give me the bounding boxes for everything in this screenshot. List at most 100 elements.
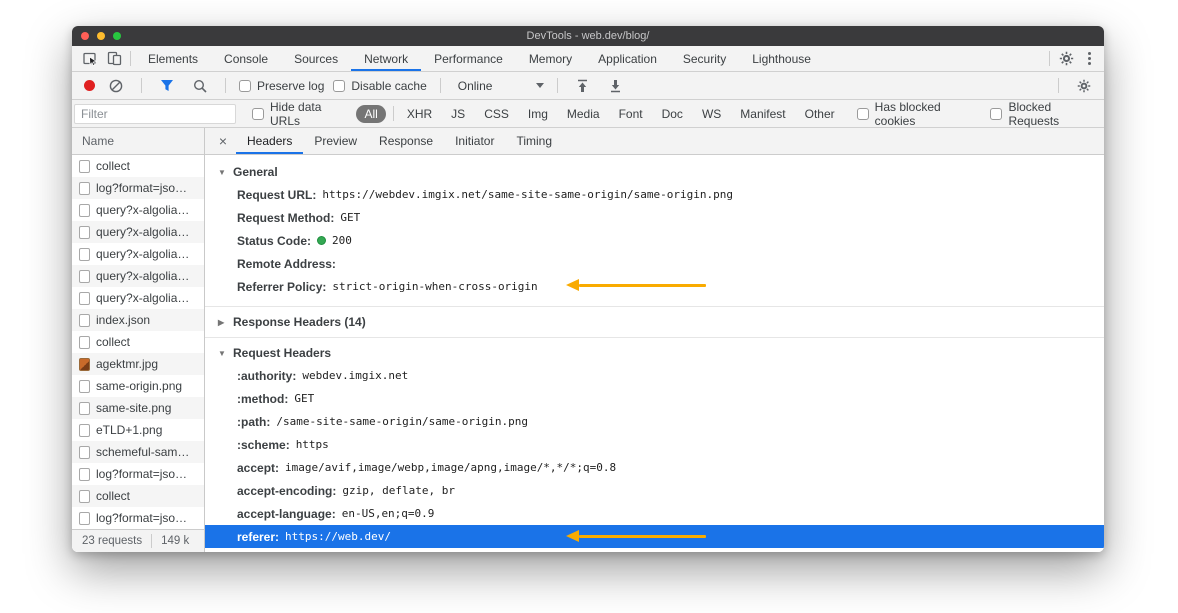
request-row[interactable]: agektmr.jpg bbox=[72, 353, 204, 375]
filter-pill-all[interactable]: All bbox=[356, 105, 385, 123]
request-row[interactable]: collect bbox=[72, 155, 204, 177]
request-row[interactable]: eTLD+1.png bbox=[72, 419, 204, 441]
chevron-down-icon bbox=[536, 83, 544, 88]
page-background: DevTools - web.dev/blog/ Elements Consol… bbox=[0, 0, 1178, 613]
search-icon[interactable] bbox=[188, 79, 212, 93]
filter-input[interactable] bbox=[74, 104, 236, 124]
filter-pill-manifest[interactable]: Manifest bbox=[732, 105, 793, 123]
annotation-arrow-referrer-policy bbox=[579, 284, 706, 287]
requests-sidebar: Name collect log?format=jso… query?x-alg… bbox=[72, 128, 205, 552]
filter-pill-img[interactable]: Img bbox=[520, 105, 556, 123]
file-icon bbox=[79, 468, 90, 481]
close-icon[interactable]: × bbox=[210, 128, 236, 154]
filter-pill-ws[interactable]: WS bbox=[694, 105, 729, 123]
file-icon bbox=[79, 446, 90, 459]
request-row[interactable]: query?x-algolia… bbox=[72, 243, 204, 265]
filter-pill-doc[interactable]: Doc bbox=[654, 105, 691, 123]
request-headers-section: ▼ Request Headers :authority:webdev.imgi… bbox=[205, 337, 1104, 548]
filter-pill-other[interactable]: Other bbox=[797, 105, 843, 123]
request-row[interactable]: query?x-algolia… bbox=[72, 221, 204, 243]
close-window-button[interactable] bbox=[81, 32, 89, 40]
request-row[interactable]: query?x-algolia… bbox=[72, 199, 204, 221]
blocked-requests-label: Blocked Requests bbox=[1008, 100, 1096, 128]
request-row[interactable]: query?x-algolia… bbox=[72, 287, 204, 309]
request-headers-header[interactable]: ▼ Request Headers bbox=[205, 342, 1104, 364]
header-line-request-url: Request URL:https://webdev.imgix.net/sam… bbox=[205, 183, 1104, 206]
divider bbox=[225, 78, 226, 93]
window-title: DevTools - web.dev/blog/ bbox=[527, 30, 650, 42]
network-settings-gear-icon[interactable] bbox=[1072, 79, 1096, 93]
more-options-icon[interactable] bbox=[1078, 46, 1100, 71]
tab-performance[interactable]: Performance bbox=[421, 46, 516, 71]
request-row[interactable]: log?format=jso… bbox=[72, 463, 204, 485]
minimize-window-button[interactable] bbox=[97, 32, 105, 40]
tab-elements[interactable]: Elements bbox=[135, 46, 211, 71]
header-line-method: :method:GET bbox=[205, 387, 1104, 410]
header-line-request-method: Request Method:GET bbox=[205, 206, 1104, 229]
network-summary-bar: 23 requests 149 k bbox=[72, 529, 204, 552]
record-button[interactable] bbox=[84, 80, 95, 91]
triangle-expanded-icon: ▼ bbox=[218, 349, 226, 358]
device-toolbar-icon[interactable] bbox=[102, 46, 126, 71]
tab-memory[interactable]: Memory bbox=[516, 46, 585, 71]
file-icon bbox=[79, 380, 90, 393]
tab-timing[interactable]: Timing bbox=[505, 128, 563, 154]
inspect-element-icon[interactable] bbox=[78, 46, 102, 71]
divider bbox=[557, 78, 558, 93]
tab-security[interactable]: Security bbox=[670, 46, 739, 71]
tab-initiator[interactable]: Initiator bbox=[444, 128, 505, 154]
request-row[interactable]: collect bbox=[72, 485, 204, 507]
has-blocked-cookies-checkbox[interactable]: Has blocked cookies bbox=[857, 100, 975, 128]
settings-gear-icon[interactable] bbox=[1054, 46, 1078, 71]
checkbox-icon bbox=[333, 80, 345, 92]
header-line-authority: :authority:webdev.imgix.net bbox=[205, 364, 1104, 387]
name-column-header[interactable]: Name bbox=[72, 128, 204, 155]
request-row[interactable]: log?format=jso… bbox=[72, 507, 204, 529]
request-row[interactable]: schemeful-sam… bbox=[72, 441, 204, 463]
import-har-icon[interactable] bbox=[571, 79, 595, 93]
tab-preview[interactable]: Preview bbox=[303, 128, 368, 154]
disable-cache-label: Disable cache bbox=[351, 79, 426, 93]
header-line-path: :path:/same-site-same-origin/same-origin… bbox=[205, 410, 1104, 433]
tab-lighthouse[interactable]: Lighthouse bbox=[739, 46, 824, 71]
tab-sources[interactable]: Sources bbox=[281, 46, 351, 71]
response-headers-header[interactable]: ▶ Response Headers (14) bbox=[205, 311, 1104, 333]
request-row[interactable]: query?x-algolia… bbox=[72, 265, 204, 287]
clear-log-icon[interactable] bbox=[104, 79, 128, 93]
export-har-icon[interactable] bbox=[604, 79, 628, 93]
zoom-window-button[interactable] bbox=[113, 32, 121, 40]
filter-funnel-icon[interactable] bbox=[155, 79, 179, 92]
network-filter-bar: Hide data URLs All XHR JS CSS Img Media … bbox=[72, 100, 1104, 128]
filter-pill-xhr[interactable]: XHR bbox=[399, 105, 440, 123]
preserve-log-checkbox[interactable]: Preserve log bbox=[239, 79, 324, 93]
request-row[interactable]: log?format=jso… bbox=[72, 177, 204, 199]
filter-pill-css[interactable]: CSS bbox=[476, 105, 517, 123]
request-row[interactable]: same-site.png bbox=[72, 397, 204, 419]
tab-network[interactable]: Network bbox=[351, 46, 421, 71]
request-row[interactable]: index.json bbox=[72, 309, 204, 331]
file-icon bbox=[79, 314, 90, 327]
transferred-size: 149 k bbox=[152, 535, 189, 547]
divider bbox=[393, 106, 394, 121]
tab-application[interactable]: Application bbox=[585, 46, 670, 71]
tab-response[interactable]: Response bbox=[368, 128, 444, 154]
disable-cache-checkbox[interactable]: Disable cache bbox=[333, 79, 426, 93]
header-line-accept: accept:image/avif,image/webp,image/apng,… bbox=[205, 456, 1104, 479]
file-icon bbox=[79, 204, 90, 217]
triangle-collapsed-icon: ▶ bbox=[218, 318, 226, 327]
request-row[interactable]: collect bbox=[72, 331, 204, 353]
tab-headers[interactable]: Headers bbox=[236, 128, 303, 154]
hide-data-urls-checkbox[interactable]: Hide data URLs bbox=[252, 100, 346, 128]
throttling-dropdown[interactable]: Online bbox=[458, 79, 544, 93]
tab-console[interactable]: Console bbox=[211, 46, 281, 71]
divider bbox=[440, 78, 441, 93]
filter-pill-font[interactable]: Font bbox=[611, 105, 651, 123]
requests-list: collect log?format=jso… query?x-algolia…… bbox=[72, 155, 204, 529]
general-section-header[interactable]: ▼ General bbox=[205, 161, 1104, 183]
request-row[interactable]: same-origin.png bbox=[72, 375, 204, 397]
request-count: 23 requests bbox=[72, 535, 151, 547]
filter-pill-js[interactable]: JS bbox=[443, 105, 473, 123]
blocked-requests-checkbox[interactable]: Blocked Requests bbox=[990, 100, 1096, 128]
preserve-log-label: Preserve log bbox=[257, 79, 324, 93]
filter-pill-media[interactable]: Media bbox=[559, 105, 608, 123]
